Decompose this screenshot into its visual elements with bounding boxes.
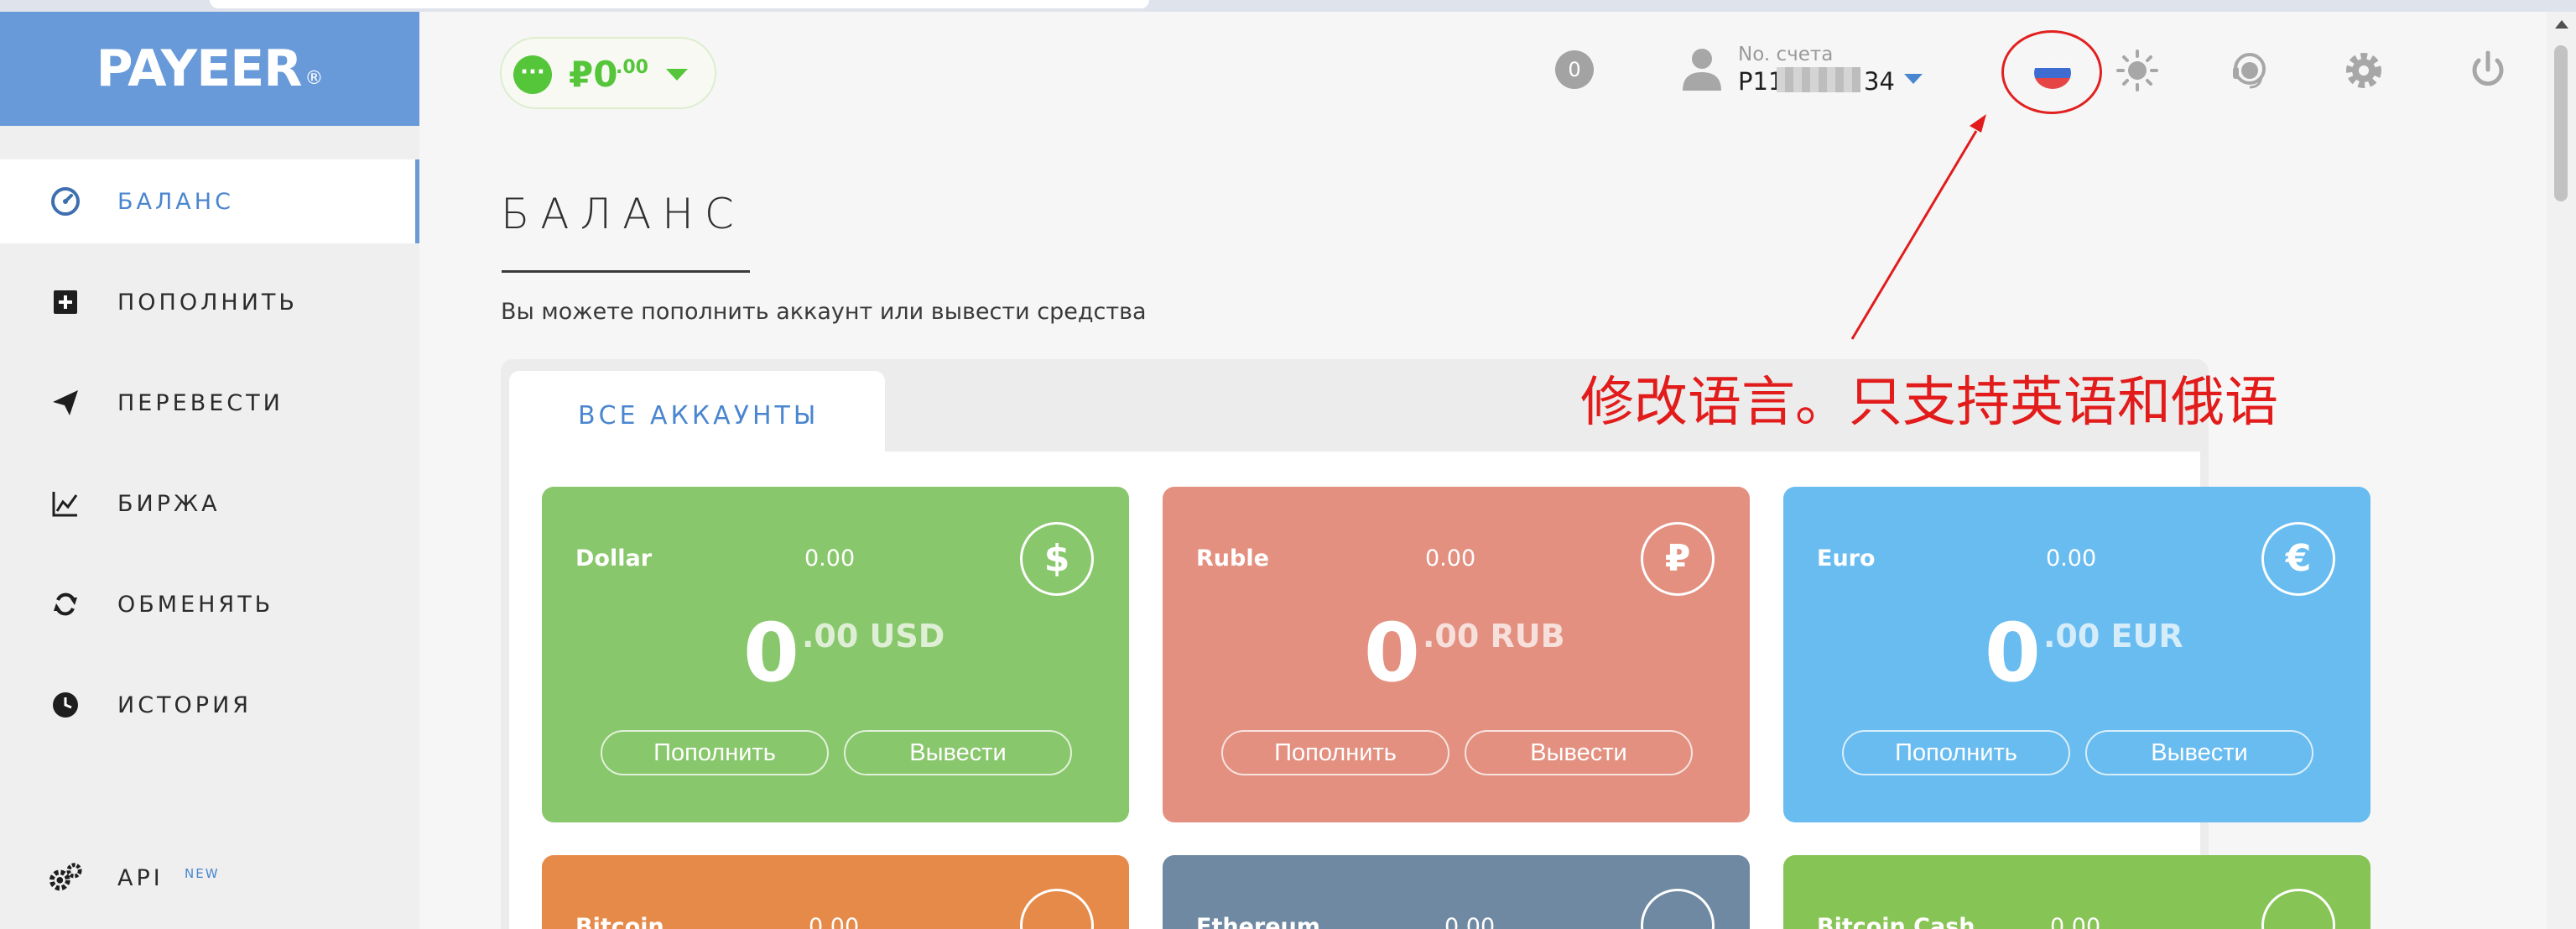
exchange-icon [49,587,82,621]
account-card-eur: Euro 0.00 € 0 .00 EUR Пополнить Вывести [1783,487,2370,822]
sidebar-item-label: БИРЖА [117,490,221,517]
sidebar-item-history[interactable]: ИСТОРИЯ [0,663,419,747]
account-card-usd: Dollar 0.00 $ 0 .00 USD Пополнить Вывест… [542,487,1129,822]
currency-name: Ethereum [1196,914,1320,929]
sidebar-item-deposit[interactable]: ПОПОЛНИТЬ [0,260,419,344]
sidebar-item-label: API [117,864,164,891]
balance-cents: .00 [616,57,648,78]
page-scrollbar[interactable] [2547,12,2576,929]
language-selector[interactable] [2001,30,2102,114]
sidebar-item-label: БАЛАНС [117,188,234,215]
ethereum-icon [1641,889,1715,929]
sidebar-item-label: ПЕРЕВЕСТИ [117,389,284,416]
sidebar-item-transfer[interactable]: ПЕРЕВЕСТИ [0,361,419,445]
settings-gear-icon[interactable] [2342,49,2386,92]
logo-registered-mark: ® [304,67,324,89]
gears-icon [49,861,82,895]
topbar: ··· ₽0 .00 0 No. счета P11 34 [419,12,2547,138]
theme-sun-icon[interactable] [2115,49,2159,92]
tab-all-accounts[interactable]: ВСЕ АККАУНТЫ [509,371,885,455]
logo-text: PAYEER [96,39,303,98]
page-title: БАЛАНС [501,190,745,238]
send-icon [49,386,82,420]
withdraw-button[interactable]: Вывести [844,730,1072,775]
sidebar-item-label: ОБМЕНЯТЬ [117,591,274,618]
account-card-btc: Bitcoin 0.00 [542,855,1129,929]
bitcoin-icon [1020,889,1094,929]
balance-cents-currency: .00 EUR [2043,618,2183,655]
account-card-bch: Bitcoin Cash 0.00 [1783,855,2370,929]
sidebar-item-api[interactable]: API NEW [0,836,419,920]
title-underline [502,270,750,273]
bitcoin-cash-icon [2261,889,2335,929]
deposit-button[interactable]: Пополнить [1221,730,1449,775]
support-headset-icon[interactable] [2228,49,2272,92]
page-subtitle: Вы можете пополнить аккаунт или вывести … [501,299,1147,325]
balance-cents-currency: .00 USD [802,618,945,655]
deposit-button[interactable]: Пополнить [1842,730,2070,775]
plus-square-icon [49,285,82,319]
browser-chrome-strip [0,0,2576,12]
withdraw-button[interactable]: Вывести [2085,730,2313,775]
withdraw-button[interactable]: Вывести [1465,730,1693,775]
currency-name: Bitcoin Cash [1817,914,1975,929]
tab-label: ВСЕ АККАУНТЫ [578,401,820,431]
more-dots-icon: ··· [513,55,552,94]
clock-icon [49,688,82,722]
logout-power-icon[interactable] [2466,49,2510,92]
sidebar-item-exchange[interactable]: БИРЖА [0,462,419,545]
balance-integer: 0 [1364,606,1420,700]
balance-integer: 0 [743,606,799,700]
scroll-up-arrow[interactable] [2555,20,2568,29]
balance-amount: ₽0 [569,54,618,95]
dollar-icon: $ [1020,522,1094,596]
account-number-label: No. счета [1738,44,1834,65]
gauge-icon [49,185,82,218]
account-number-redacted [1777,67,1860,92]
sidebar: БАЛАНС ПОПОЛНИТЬ ПЕРЕВЕСТИ БИРЖА ОБМЕНЯТ… [0,126,419,929]
currency-balance-small: 0.00 [809,914,860,929]
russian-flag-icon [2034,57,2071,89]
currency-balance-small: 0.00 [1444,914,1496,929]
deposit-button[interactable]: Пополнить [601,730,829,775]
currency-name: Bitcoin [575,914,664,929]
currency-balance-small: 0.00 [804,545,856,571]
balance-integer: 0 [1985,606,2041,700]
account-card-rub: Ruble 0.00 ₽ 0 .00 RUB Пополнить Вывести [1163,487,1750,822]
currency-balance-small: 0.00 [2050,914,2101,929]
ruble-icon: ₽ [1641,522,1715,596]
sidebar-item-convert[interactable]: ОБМЕНЯТЬ [0,562,419,646]
sidebar-item-balance[interactable]: БАЛАНС [0,159,419,243]
user-icon [1683,49,1721,91]
new-badge: NEW [185,866,220,881]
balance-cents-currency: .00 RUB [1423,618,1565,655]
annotation-text: 修改语言。只支持英语和俄语 [1580,372,2278,434]
notification-badge[interactable]: 0 [1555,50,1594,89]
currency-name: Dollar [575,545,653,571]
payeer-logo[interactable]: PAYEER ® [0,12,419,126]
scroll-thumb[interactable] [2554,45,2568,201]
chevron-down-icon [666,69,688,81]
sidebar-item-label: ПОПОЛНИТЬ [117,289,298,316]
browser-address-bar[interactable] [210,0,1149,8]
account-card-eth: Ethereum 0.00 [1163,855,1750,929]
euro-icon: € [2261,522,2335,596]
currency-balance-small: 0.00 [2046,545,2097,571]
currency-name: Ruble [1196,545,1269,571]
account-number-suffix: 34 [1864,67,1895,96]
chart-icon [49,487,82,520]
currency-name: Euro [1817,545,1876,571]
account-dropdown-caret[interactable] [1904,74,1923,84]
sidebar-item-label: ИСТОРИЯ [117,692,252,718]
currency-balance-small: 0.00 [1425,545,1476,571]
balance-dropdown[interactable]: ··· ₽0 .00 [500,37,716,109]
